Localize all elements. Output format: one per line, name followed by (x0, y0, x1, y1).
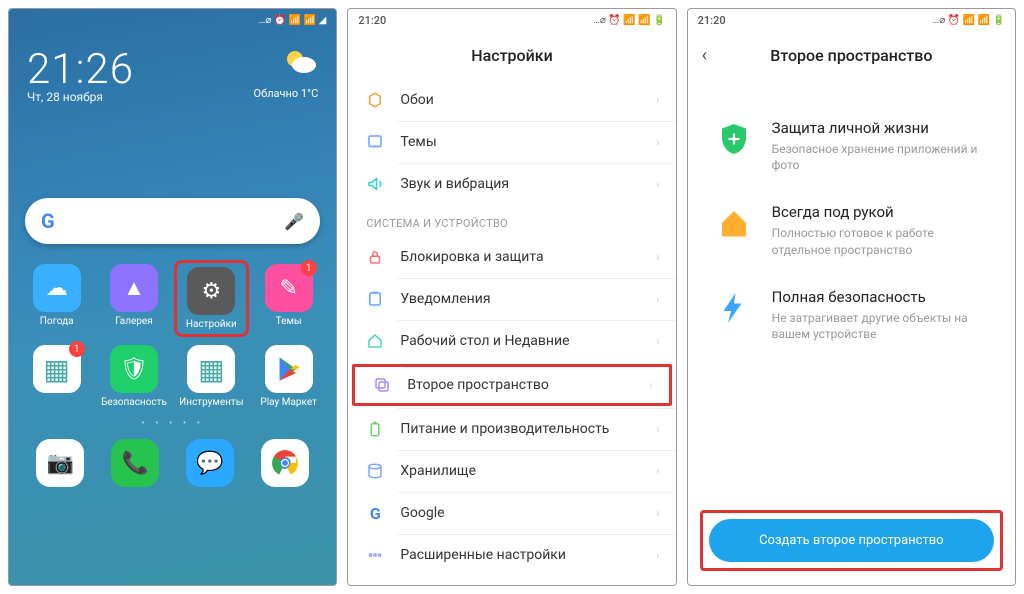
settings-row-wallpaper[interactable]: Обои› (348, 79, 675, 121)
google-logo-icon: G (41, 209, 55, 233)
more-icon (364, 544, 386, 566)
settings-row-more[interactable]: Расширенные настройки› (348, 534, 675, 576)
home-screen: …⌀ ⏰ 📶 📶 ◢ 21:26 Чт, 28 ноября Облачно 1… (8, 8, 337, 586)
chevron-right-icon: › (656, 548, 660, 562)
status-bar: …⌀ ⏰ 📶 📶 ◢ (9, 9, 336, 31)
house-icon (714, 203, 754, 243)
chevron-right-icon: › (656, 334, 660, 348)
chrome-app[interactable] (261, 439, 309, 487)
app-Безопасность[interactable]: 🛡Безопасность (96, 341, 171, 412)
app-Погода[interactable]: ☁Погода (19, 260, 94, 337)
clock: 21:26 (27, 45, 134, 94)
bolt-icon (714, 288, 754, 328)
chevron-right-icon: › (656, 506, 660, 520)
settings-row-second[interactable]: Второе пространство› (352, 364, 671, 406)
app-Темы[interactable]: ✎1Темы (251, 260, 326, 337)
google-search-bar[interactable]: G 🎤 (25, 198, 320, 244)
chevron-right-icon: › (656, 250, 660, 264)
back-button[interactable]: ‹ (702, 45, 707, 66)
status-bar: 21:20 …⌀ ⏰ 📶 📶 🔋 (348, 9, 675, 31)
header: ‹ Второе пространство (688, 31, 1015, 79)
lock-icon (364, 246, 386, 268)
app-Play Маркет[interactable]: Play Маркет (251, 341, 326, 412)
page-title: Второе пространство (770, 46, 932, 65)
google-icon: G (364, 502, 386, 524)
settings-row-themes[interactable]: Темы› (348, 121, 675, 163)
shield-icon (714, 119, 754, 159)
status-bar: 21:20 …⌀ ⏰ 📶 📶 🔋 (688, 9, 1015, 31)
weather-widget[interactable]: Облачно 1°C (254, 45, 319, 100)
settings-row-storage[interactable]: Хранилище› (348, 450, 675, 492)
second-icon (371, 374, 393, 396)
power-icon (364, 418, 386, 440)
themes-icon (364, 131, 386, 153)
mic-icon[interactable]: 🎤 (284, 212, 304, 231)
dock: 📷 📞 💬 (9, 433, 336, 497)
sound-icon (364, 173, 386, 195)
settings-row-google[interactable]: GGoogle› (348, 492, 675, 534)
section-header: СИСТЕМА И УСТРОЙСТВО (348, 205, 675, 236)
messages-app[interactable]: 💬 (186, 439, 234, 487)
settings-row-home[interactable]: Рабочий стол и Недавние› (348, 320, 675, 362)
second-space-screen: 21:20 …⌀ ⏰ 📶 📶 🔋 ‹ Второе пространство З… (687, 8, 1016, 586)
chevron-right-icon: › (656, 464, 660, 478)
app-folder[interactable]: ▦1 (19, 341, 94, 412)
settings-row-lock[interactable]: Блокировка и защита› (348, 236, 675, 278)
chevron-right-icon: › (656, 177, 660, 191)
page-indicator: • • • • • (9, 418, 336, 429)
chevron-right-icon: › (656, 135, 660, 149)
app-Инструменты[interactable]: ▦Инструменты (174, 341, 249, 412)
settings-row-power[interactable]: Питание и производительность› (348, 408, 675, 450)
feature-shield: Защита личной жизниБезопасное хранение п… (714, 119, 989, 173)
app-Настройки[interactable]: ⚙Настройки (174, 260, 249, 337)
chevron-right-icon: › (656, 93, 660, 107)
phone-app[interactable]: 📞 (111, 439, 159, 487)
home-icon (364, 330, 386, 352)
app-Галерея[interactable]: ▲Галерея (96, 260, 171, 337)
notif-icon (364, 288, 386, 310)
settings-row-sound[interactable]: Звук и вибрация› (348, 163, 675, 205)
wallpaper-icon (364, 89, 386, 111)
feature-house: Всегда под рукойПолностью готовое к рабо… (714, 203, 989, 257)
settings-screen: 21:20 …⌀ ⏰ 📶 📶 🔋 Настройки Обои›Темы›Зву… (347, 8, 676, 586)
storage-icon (364, 460, 386, 482)
feature-bolt: Полная безопасностьНе затрагивает другие… (714, 288, 989, 342)
chevron-right-icon: › (649, 378, 653, 392)
chevron-right-icon: › (656, 292, 660, 306)
date: Чт, 28 ноября (27, 90, 134, 104)
camera-app[interactable]: 📷 (36, 439, 84, 487)
settings-row-notif[interactable]: Уведомления› (348, 278, 675, 320)
create-second-space-button[interactable]: Создать второе пространство (709, 519, 994, 562)
cta-highlight: Создать второе пространство (700, 510, 1003, 571)
header: Настройки (348, 31, 675, 79)
chevron-right-icon: › (656, 422, 660, 436)
page-title: Настройки (471, 46, 552, 65)
